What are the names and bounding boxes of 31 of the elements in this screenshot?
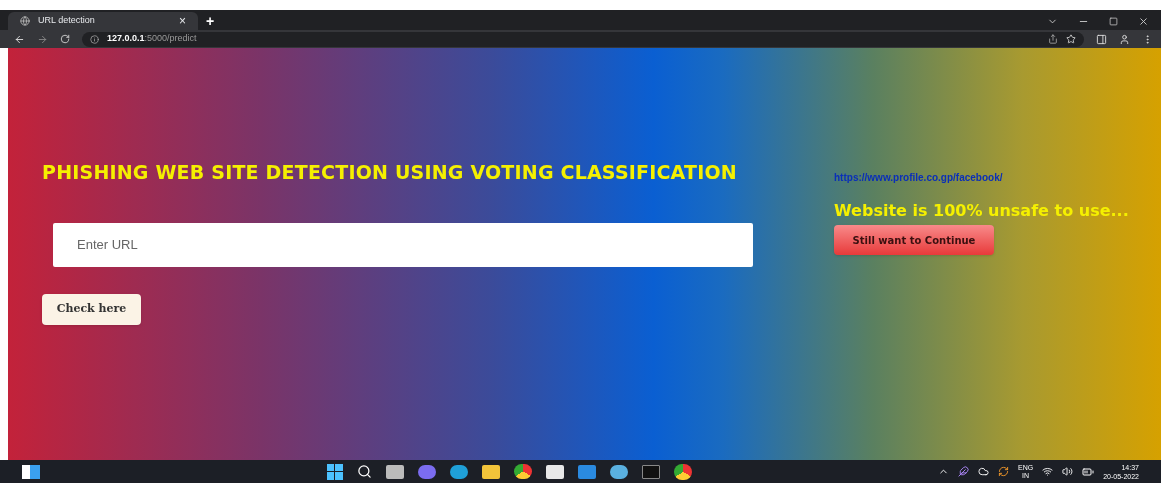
wifi-icon[interactable]	[1042, 466, 1054, 477]
volume-icon[interactable]	[1062, 466, 1074, 477]
start-icon[interactable]	[326, 463, 343, 480]
url-input-field[interactable]: Enter URL	[53, 222, 753, 267]
browser-tab[interactable]: URL detection ×	[8, 12, 198, 30]
bookmark-star-icon[interactable]	[1066, 34, 1076, 44]
close-icon[interactable]	[1138, 16, 1149, 27]
search-icon[interactable]	[356, 464, 372, 479]
new-tab-button[interactable]: +	[206, 14, 215, 30]
reload-icon[interactable]	[60, 34, 70, 44]
verdict-text: Website is 100% unsafe to use...	[834, 200, 1129, 222]
forward-icon[interactable]	[37, 33, 48, 45]
check-button[interactable]: Check here	[42, 293, 141, 325]
info-icon	[90, 34, 99, 44]
tab-title: URL detection	[38, 14, 96, 28]
share-icon[interactable]	[1048, 34, 1058, 44]
profile-icon[interactable]	[1119, 33, 1130, 45]
restore-icon[interactable]	[1109, 17, 1118, 26]
globe-icon	[20, 16, 30, 26]
address-bar[interactable]: 127.0.0.1:5000/predict	[82, 31, 1084, 47]
continue-button[interactable]: Still want to Continue	[834, 225, 994, 255]
page-heading: PHISHING WEB SITE DETECTION USING VOTING CLASSIFICATION	[42, 160, 738, 185]
cloud-icon[interactable]	[978, 466, 989, 477]
sync-icon[interactable]	[998, 466, 1009, 477]
url-text: 127.0.0.1:5000/predict	[107, 32, 197, 46]
battery-icon[interactable]	[1082, 465, 1095, 478]
terminal-icon[interactable]	[641, 464, 660, 479]
back-icon[interactable]	[14, 33, 25, 45]
close-tab-button[interactable]: ×	[179, 15, 186, 27]
feather-icon[interactable]	[958, 466, 969, 477]
side-panel-icon[interactable]	[1096, 33, 1107, 45]
